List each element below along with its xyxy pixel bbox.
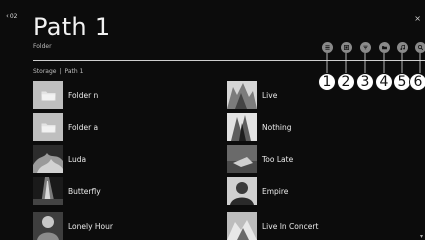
breadcrumb-current: Path 1 [64,68,84,75]
search-button[interactable] [415,42,425,53]
back-button[interactable]: ‹ 02 [6,12,18,21]
folder-thumbnail [33,113,63,141]
photo-thumbnail [227,81,257,109]
list-item[interactable]: Folder a [33,113,98,141]
search-icon [417,44,424,51]
item-label: Empire [262,186,289,196]
callout-4: 4 [375,73,393,91]
photo-thumbnail [227,177,257,205]
callout-6: 6 [409,73,425,91]
chevron-left-icon: ‹ [6,12,9,20]
list-item[interactable]: Nothing [227,113,292,141]
list-item[interactable]: Empire [227,177,288,205]
list-item[interactable]: Luda [33,145,86,173]
image-icon [33,177,63,205]
photo-thumbnail [33,177,63,205]
image-icon [227,81,257,109]
list-item[interactable]: Lonely Hour [33,212,113,240]
list-item[interactable]: Butterfly [33,177,101,205]
image-icon [227,177,257,205]
item-label: Butterfly [68,186,101,196]
back-label: 02 [9,13,18,20]
music-note-icon [400,44,405,50]
list-view-icon [325,45,330,50]
folder-thumbnail [33,81,63,109]
image-icon [227,145,257,173]
close-button[interactable]: × [414,15,421,23]
list-item[interactable]: Folder n [33,81,98,109]
list-view-button[interactable] [322,42,333,53]
scroll-down-icon[interactable]: ▾ [420,233,423,240]
item-label: Live [262,90,278,100]
sort-button[interactable] [360,42,371,53]
sort-icon [363,45,368,50]
list-item[interactable]: Live [227,81,277,109]
item-label: Nothing [262,122,292,132]
image-icon [33,145,63,173]
item-label: Live In Concert [262,221,319,231]
item-label: Folder n [68,90,99,100]
content-filter-icon [344,45,349,50]
breadcrumb-separator: | [59,68,62,75]
breadcrumb: Storage | Path 1 [33,68,83,75]
image-icon [227,212,257,240]
page-subtitle: Folder [33,43,52,50]
header-divider [33,60,425,61]
photo-thumbnail [33,212,63,240]
music-button[interactable] [397,42,408,53]
image-icon [33,212,63,240]
list-item[interactable]: Live In Concert [227,212,318,240]
image-icon [227,113,257,141]
item-label: Lonely Hour [68,221,113,231]
photo-thumbnail [227,113,257,141]
folder-button[interactable] [379,42,390,53]
item-label: Luda [68,154,87,164]
content-filter-button[interactable] [341,42,352,53]
folder-icon [41,91,55,100]
list-item[interactable]: Too Late [227,145,293,173]
folder-icon [382,46,387,50]
page-title: Path 1 [33,13,111,41]
photo-thumbnail [227,212,257,240]
photo-thumbnail [33,145,63,173]
callout-3: 3 [356,73,374,91]
item-label: Folder a [68,122,99,132]
item-label: Too Late [262,154,294,164]
callout-1: 1 [318,73,336,91]
callout-2: 2 [337,73,355,91]
folder-icon [41,123,55,132]
breadcrumb-root[interactable]: Storage [33,68,56,75]
photo-thumbnail [227,145,257,173]
